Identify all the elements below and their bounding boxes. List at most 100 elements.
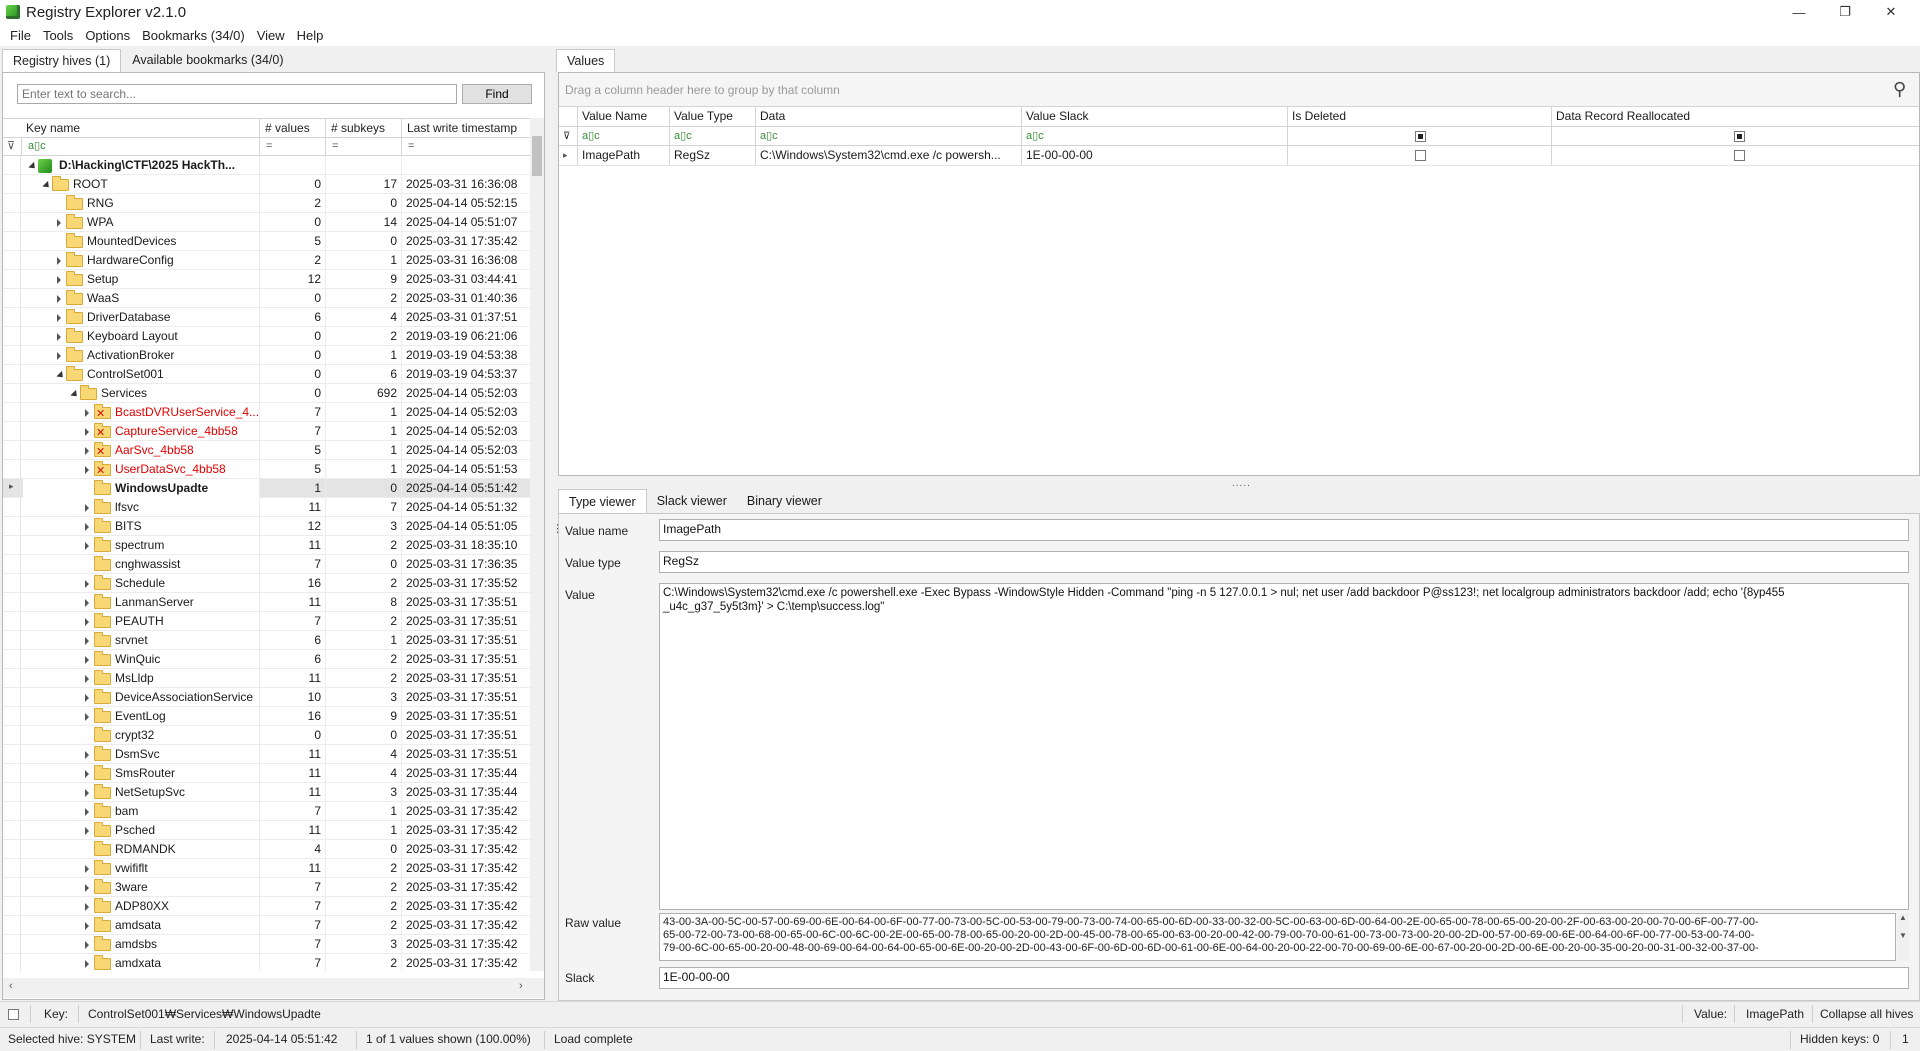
- expand-icon[interactable]: [85, 713, 89, 721]
- key-name-cell[interactable]: RDMANDK: [23, 840, 259, 859]
- reallocated-checkbox[interactable]: [1734, 150, 1745, 161]
- tree-row[interactable]: amdsata 7 2 2025-03-31 17:35:42: [3, 916, 530, 935]
- expand-icon[interactable]: [85, 884, 89, 892]
- tree-row[interactable]: lfsvc 11 7 2025-04-14 05:51:32: [3, 498, 530, 517]
- key-name-cell[interactable]: ADP80XX: [23, 897, 259, 916]
- key-name-cell[interactable]: amdsata: [23, 916, 259, 935]
- tab-registry-hives[interactable]: Registry hives (1): [2, 49, 122, 72]
- key-name-cell[interactable]: bam: [23, 802, 259, 821]
- key-name-cell[interactable]: LanmanServer: [23, 593, 259, 612]
- tree-row[interactable]: RNG 2 0 2025-04-14 05:52:15: [3, 194, 530, 213]
- status-checkbox[interactable]: [8, 1009, 19, 1020]
- tree-row[interactable]: ControlSet001 0 6 2019-03-19 04:53:37: [3, 365, 530, 384]
- tab-values[interactable]: Values: [556, 49, 616, 72]
- tree-row[interactable]: D:\Hacking\CTF\2025 HackTh...: [3, 156, 530, 175]
- key-name-cell[interactable]: amdsbs: [23, 935, 259, 954]
- value-row[interactable]: ▸ ImagePath RegSz C:\Windows\System32\cm…: [559, 146, 1919, 166]
- col-subkeys[interactable]: # subkeys: [325, 119, 401, 138]
- tree-row[interactable]: crypt32 0 0 2025-03-31 17:35:51: [3, 726, 530, 745]
- search-icon[interactable]: ⚲: [1893, 79, 1906, 100]
- expand-icon[interactable]: [85, 637, 89, 645]
- tree-row[interactable]: LanmanServer 11 8 2025-03-31 17:35:51: [3, 593, 530, 612]
- tree-row[interactable]: ROOT 0 17 2025-03-31 16:36:08: [3, 175, 530, 194]
- maximize-button[interactable]: ❐: [1822, 0, 1868, 24]
- filter-icon[interactable]: ⊽: [559, 127, 577, 146]
- key-name-cell[interactable]: CaptureService_4bb58: [23, 422, 259, 441]
- filter-value-name[interactable]: a▯c: [577, 127, 669, 146]
- filter-value-type[interactable]: a▯c: [669, 127, 755, 146]
- filter-key-name[interactable]: a▯c: [21, 138, 259, 155]
- tree-row[interactable]: BcastDVRUserService_4...712025-04-14 05:…: [3, 403, 530, 422]
- expand-icon[interactable]: [85, 656, 89, 664]
- scroll-right-icon[interactable]: ›: [519, 980, 523, 992]
- is-deleted-checkbox[interactable]: [1415, 150, 1426, 161]
- tree-row[interactable]: BITS 12 3 2025-04-14 05:51:05: [3, 517, 530, 536]
- tree-row[interactable]: DeviceAssociationService 10 3 2025-03-31 17…: [3, 688, 530, 707]
- expand-icon[interactable]: [85, 865, 89, 873]
- tree-row[interactable]: ▸ WindowsUpadte 1 0 2025-04-14 05:51:42: [3, 479, 530, 498]
- tree-row[interactable]: EventLog 16 9 2025-03-31 17:35:51: [3, 707, 530, 726]
- expand-icon[interactable]: [85, 466, 89, 474]
- tree-row[interactable]: UserDataSvc_4bb58 512025-04-14 05:51:53: [3, 460, 530, 479]
- tree-row[interactable]: cnghwassist 7 0 2025-03-31 17:36:35: [3, 555, 530, 574]
- key-name-cell[interactable]: amdxata: [23, 954, 259, 971]
- collapse-icon[interactable]: [56, 370, 66, 381]
- key-name-cell[interactable]: Schedule: [23, 574, 259, 593]
- key-name-cell[interactable]: WaaS: [23, 289, 259, 308]
- minimize-button[interactable]: —: [1776, 0, 1822, 24]
- key-name-cell[interactable]: NetSetupSvc: [23, 783, 259, 802]
- filter-reallocated-checkbox[interactable]: [1734, 131, 1745, 142]
- tree-row[interactable]: SmsRouter 11 4 2025-03-31 17:35:44: [3, 764, 530, 783]
- expand-icon[interactable]: [57, 295, 61, 303]
- close-button[interactable]: ✕: [1868, 0, 1914, 24]
- key-name-cell[interactable]: 3ware: [23, 878, 259, 897]
- key-name-cell[interactable]: crypt32: [23, 726, 259, 745]
- key-name-cell[interactable]: lfsvc: [23, 498, 259, 517]
- value-type-field[interactable]: RegSz: [659, 551, 1909, 573]
- tree-row[interactable]: bam 7 1 2025-03-31 17:35:42: [3, 802, 530, 821]
- key-name-cell[interactable]: D:\Hacking\CTF\2025 HackTh...: [23, 156, 259, 175]
- key-name-cell[interactable]: MsLldp: [23, 669, 259, 688]
- key-name-cell[interactable]: DriverDatabase: [23, 308, 259, 327]
- menu-bookmarks[interactable]: Bookmarks (34/0): [136, 28, 251, 43]
- raw-value-scrollbar[interactable]: ▲ ▼: [1897, 913, 1909, 961]
- slack-field[interactable]: 1E-00-00-00: [659, 967, 1909, 989]
- scroll-left-icon[interactable]: ‹: [9, 980, 13, 992]
- row-expand-icon[interactable]: ▸: [559, 146, 577, 165]
- key-name-cell[interactable]: BcastDVRUserService_4...: [23, 403, 259, 422]
- key-name-cell[interactable]: HardwareConfig: [23, 251, 259, 270]
- expand-icon[interactable]: [57, 352, 61, 360]
- key-name-cell[interactable]: DeviceAssociationService: [23, 688, 259, 707]
- key-name-cell[interactable]: MountedDevices: [23, 232, 259, 251]
- menu-tools[interactable]: Tools: [37, 28, 79, 43]
- expand-icon[interactable]: [85, 523, 89, 531]
- key-name-cell[interactable]: spectrum: [23, 536, 259, 555]
- expand-icon[interactable]: [85, 675, 89, 683]
- tree-row[interactable]: amdsbs 7 3 2025-03-31 17:35:42: [3, 935, 530, 954]
- tree-row[interactable]: Services 0 692 2025-04-14 05:52:03: [3, 384, 530, 403]
- expand-icon[interactable]: [57, 257, 61, 265]
- col-value-name[interactable]: Value Name: [577, 107, 669, 126]
- tab-available-bookmarks[interactable]: Available bookmarks (34/0): [121, 48, 294, 72]
- tab-type-viewer[interactable]: Type viewer: [558, 489, 647, 513]
- tree-row[interactable]: DsmSvc 11 4 2025-03-31 17:35:51: [3, 745, 530, 764]
- expand-icon[interactable]: [85, 751, 89, 759]
- key-name-cell[interactable]: Keyboard Layout: [23, 327, 259, 346]
- expand-icon[interactable]: [85, 941, 89, 949]
- filter-icon[interactable]: ⊽: [3, 138, 21, 155]
- filter-subkeys[interactable]: =: [325, 138, 401, 155]
- collapse-icon[interactable]: [28, 161, 38, 172]
- expand-icon[interactable]: [85, 447, 89, 455]
- expand-icon[interactable]: [85, 409, 89, 417]
- tree-vertical-scrollbar[interactable]: [530, 118, 544, 971]
- tree-row[interactable]: MsLldp 11 2 2025-03-31 17:35:51: [3, 669, 530, 688]
- col-is-deleted[interactable]: Is Deleted: [1287, 107, 1551, 126]
- expand-icon[interactable]: [57, 219, 61, 227]
- collapse-icon[interactable]: [42, 180, 52, 191]
- key-name-cell[interactable]: ActivationBroker: [23, 346, 259, 365]
- tree-row[interactable]: vwififlt 11 2 2025-03-31 17:35:42: [3, 859, 530, 878]
- tree-row[interactable]: ActivationBroker 0 1 2019-03-19 04:53:38: [3, 346, 530, 365]
- expand-icon[interactable]: [85, 428, 89, 436]
- key-name-cell[interactable]: vwififlt: [23, 859, 259, 878]
- menu-file[interactable]: File: [4, 28, 37, 43]
